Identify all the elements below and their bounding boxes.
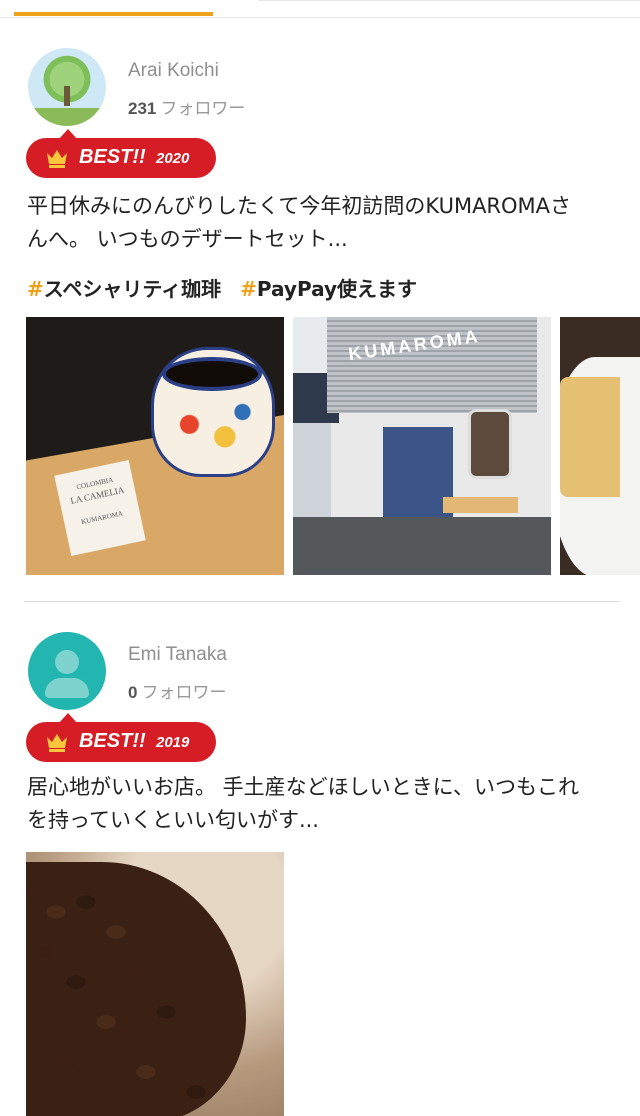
tag-paypay[interactable]: #PayPay使えます [240,277,417,301]
badge-label: BEST!! [79,730,146,752]
follower-count: 231 フォロワー [128,94,245,119]
badge-pointer [59,129,77,139]
follower-count: 0 フォロワー [128,678,226,703]
dessert-photo[interactable] [560,317,640,575]
tag-specialty-coffee[interactable]: #スペシャリティ珈琲 [27,277,221,301]
crown-icon [47,150,67,168]
review-text-line: んへ。 いつものデザートセット... [27,227,348,251]
storefront-photo[interactable]: KUMAROMA [293,317,551,575]
follower-number: 0 [128,683,138,702]
tag-list: #スペシャリティ珈琲 #PayPay使えます [27,273,429,302]
tab-divider [258,0,640,1]
tab-bar [0,0,640,18]
crown-icon [47,734,67,752]
coffee-cup-photo[interactable]: COLOMBIA LA CAMELIA KUMAROMA [26,317,284,575]
user-name[interactable]: Arai Koichi [128,60,219,82]
active-tab-indicator [14,12,213,16]
coffee-beans-photo[interactable] [26,852,284,1116]
follower-number: 231 [128,99,157,118]
review-text[interactable]: 居心地がいいお店。 手土産などほしいときに、いつもこれ を持っていくといい匂いが… [27,771,623,837]
badge-year: 2020 [156,150,190,167]
badge-year: 2019 [156,734,190,751]
default-user-icon[interactable] [28,632,106,710]
follower-label: フォロワー [141,683,227,702]
review-text-line: を持っていくといい匂いがす... [27,808,319,832]
best-badge: BEST!! 2020 [26,129,216,178]
review-divider [24,601,620,602]
review-text[interactable]: 平日休みにのんびりしたくて今年初訪問のKUMAROMAさ んへ。 いつものデザー… [27,190,623,256]
best-badge: BEST!! 2019 [26,713,216,762]
badge-label: BEST!! [79,146,146,168]
follower-label: フォロワー [160,99,246,118]
review-text-line: 平日休みにのんびりしたくて今年初訪問のKUMAROMAさ [27,194,572,218]
user-avatar[interactable] [28,48,106,126]
user-name[interactable]: Emi Tanaka [128,644,227,666]
badge-pointer [59,713,77,723]
review-text-line: 居心地がいいお店。 手土産などほしいときに、いつもこれ [27,775,580,799]
photo-carousel[interactable]: COLOMBIA LA CAMELIA KUMAROMA KUMAROMA [26,317,640,575]
